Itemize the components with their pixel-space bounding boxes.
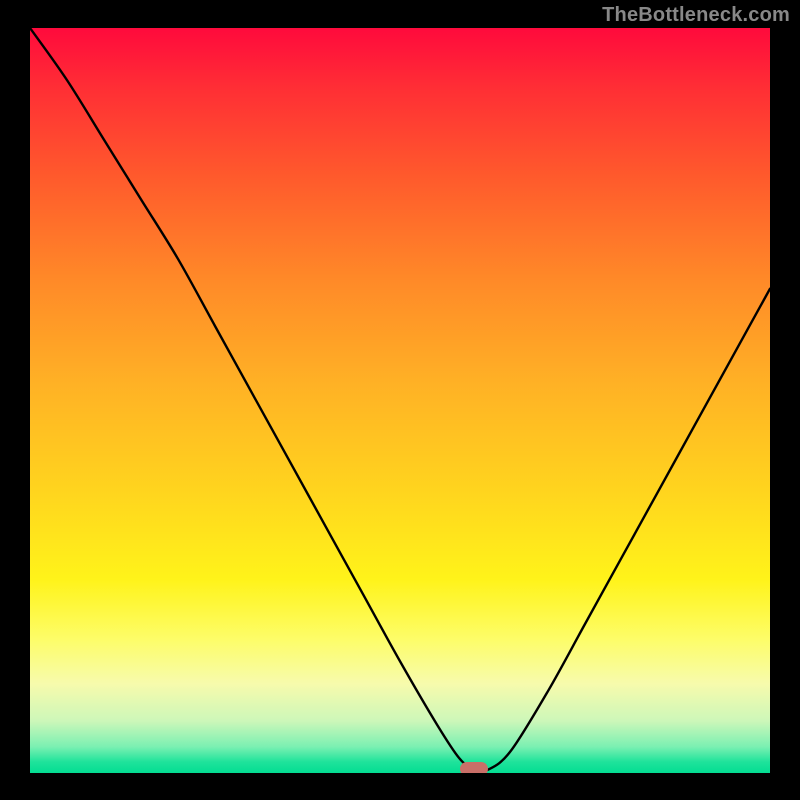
attribution-text: TheBottleneck.com <box>602 4 790 27</box>
bottleneck-curve <box>30 28 770 773</box>
optimal-marker <box>460 762 488 773</box>
chart-frame: TheBottleneck.com <box>0 0 800 800</box>
plot-area <box>30 28 770 773</box>
